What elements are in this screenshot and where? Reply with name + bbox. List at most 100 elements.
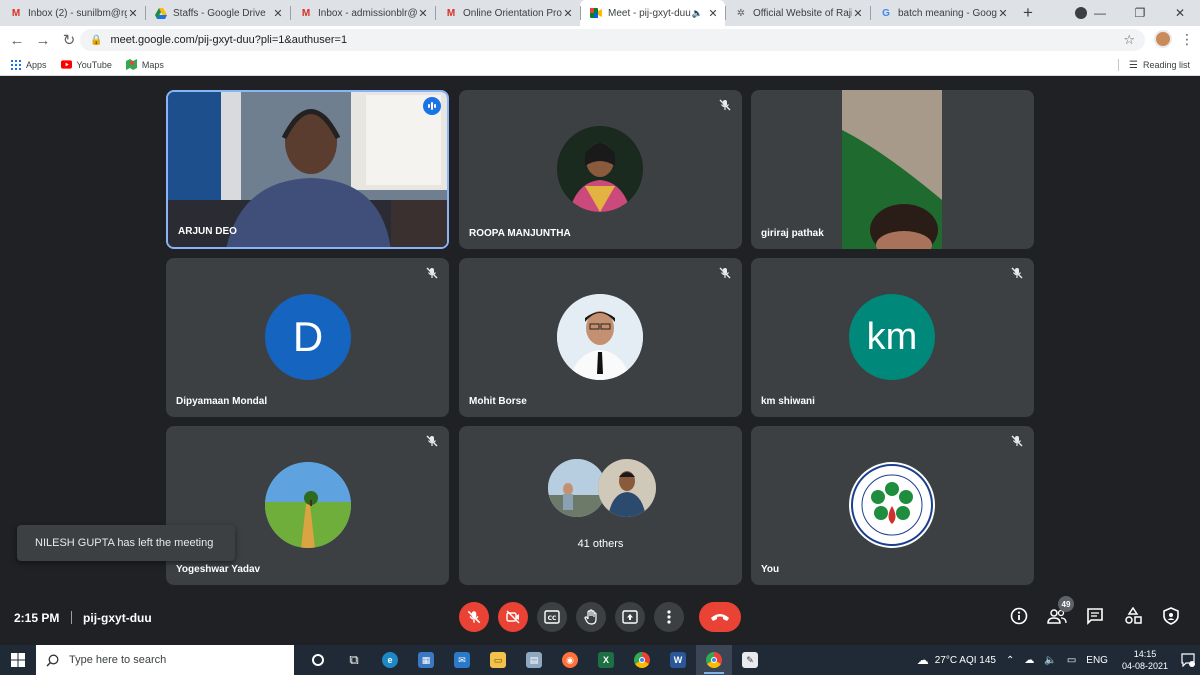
address-bar[interactable]: 🔒 meet.google.com/pij-gxyt-duu?pli=1&aut… (80, 29, 1145, 51)
taskbar-store[interactable]: ▦ (408, 645, 444, 675)
back-icon[interactable]: ← (4, 32, 30, 49)
participant-video (842, 90, 942, 249)
browser-tab[interactable]: Staffs - Google Drive ✕ (145, 0, 290, 26)
taskbar-chrome-profile[interactable] (696, 645, 732, 675)
bookmark-maps[interactable]: Maps (125, 59, 164, 70)
tab-title: Online Orientation Prog (463, 7, 562, 19)
participant-tile[interactable]: 41 others (459, 426, 742, 585)
svg-text:CC: CC (548, 615, 557, 622)
captions-button[interactable]: CC (537, 602, 567, 632)
speaking-indicator-icon (423, 97, 441, 115)
more-vert-icon[interactable]: ⋮ (1180, 31, 1194, 48)
leave-call-button[interactable] (699, 602, 741, 632)
meeting-details-button[interactable] (1008, 605, 1030, 627)
website-icon: ✲ (736, 7, 746, 19)
participant-tile[interactable]: ARJUN DEO (166, 90, 449, 249)
network-app-icon: ▤ (526, 652, 542, 668)
present-now-button[interactable] (615, 602, 645, 632)
input-language[interactable]: ENG (1086, 655, 1108, 666)
institute-logo (849, 462, 935, 548)
participant-tile[interactable]: Mohit Borse (459, 258, 742, 417)
taskbar-search[interactable]: Type here to search (36, 645, 294, 675)
bookmark-star-icon[interactable]: ☆ (1123, 32, 1135, 48)
reading-list-button[interactable]: ☰ Reading list (1118, 59, 1190, 71)
forward-icon[interactable]: → (30, 32, 56, 49)
host-controls-button[interactable] (1160, 605, 1182, 627)
activities-button[interactable] (1122, 605, 1144, 627)
chat-icon (1087, 608, 1103, 625)
taskbar-mail[interactable]: ✉ (444, 645, 480, 675)
new-tab-button[interactable]: + (1015, 0, 1041, 26)
browser-tab[interactable]: G batch meaning - Googl ✕ (870, 0, 1015, 26)
browser-tab[interactable]: ✲ Official Website of Raji ✕ (725, 0, 870, 26)
taskbar-clock[interactable]: 14:15 04-08-2021 (1122, 648, 1168, 672)
task-view-button[interactable]: ⧉ (336, 645, 372, 675)
google-meet-icon (590, 7, 602, 19)
meet-stage: ARJUN DEO ROOPA MANJUNTHA giriraj pathak… (0, 77, 1200, 643)
participant-name: Yogeshwar Yadav (176, 564, 261, 575)
taskbar-network-app[interactable]: ▤ (516, 645, 552, 675)
close-icon[interactable]: ✕ (852, 7, 864, 20)
minimize-icon[interactable]: — (1080, 6, 1120, 20)
raise-hand-button[interactable] (576, 602, 606, 632)
show-everyone-button[interactable]: 49 (1046, 596, 1074, 627)
taskbar-file-explorer[interactable]: ▭ (480, 645, 516, 675)
camera-toggle-button[interactable] (498, 602, 528, 632)
close-icon[interactable]: ✕ (707, 7, 719, 20)
mic-off-icon (719, 99, 731, 111)
participant-tile[interactable]: D Dipyamaan Mondal (166, 258, 449, 417)
close-icon[interactable]: ✕ (417, 7, 429, 20)
browser-tab[interactable]: M Inbox - admissionblr@ ✕ (290, 0, 435, 26)
onedrive-icon[interactable]: ☁ (1024, 655, 1034, 666)
taskbar-word[interactable]: W (660, 645, 696, 675)
notification-center-button[interactable] (1176, 653, 1200, 667)
mic-toggle-button[interactable] (459, 602, 489, 632)
close-window-icon[interactable]: ✕ (1160, 6, 1200, 20)
start-button[interactable] (0, 645, 36, 675)
reading-list-icon: ☰ (1129, 59, 1138, 71)
taskbar-edge[interactable]: e (372, 645, 408, 675)
close-icon[interactable]: ✕ (127, 7, 139, 20)
restore-icon[interactable]: ❐ (1120, 6, 1160, 20)
taskbar-paint[interactable]: ✎ (732, 645, 768, 675)
close-icon[interactable]: ✕ (997, 7, 1009, 20)
participant-tile[interactable]: giriraj pathak (751, 90, 1034, 249)
participant-count-badge: 49 (1058, 596, 1074, 612)
lock-icon[interactable]: 🔒 (90, 35, 102, 46)
system-tray: ☁ 27°C AQI 145 ⌃ ☁ 🔈 ▭ ENG 14:15 04-08-2… (917, 645, 1200, 675)
weather-text[interactable]: 27°C AQI 145 (935, 655, 996, 666)
windows-logo-icon (11, 653, 25, 667)
close-icon[interactable]: ✕ (562, 7, 574, 20)
participant-tile[interactable]: ROOPA MANJUNTHA (459, 90, 742, 249)
tab-title: batch meaning - Googl (898, 7, 997, 19)
profile-avatar[interactable] (1154, 30, 1172, 48)
volume-icon[interactable]: 🔈 (1044, 655, 1056, 666)
taskbar-excel[interactable]: X (588, 645, 624, 675)
chat-button[interactable] (1084, 605, 1106, 627)
participant-avatar: km (849, 294, 935, 380)
chevron-up-icon[interactable]: ⌃ (1006, 655, 1014, 666)
browser-tab[interactable]: M Inbox (2) - sunilbm@rg ✕ (0, 0, 145, 26)
speaker-icon[interactable]: 🔈 (692, 8, 703, 19)
close-icon[interactable]: ✕ (272, 7, 284, 20)
participant-tile[interactable]: km km shiwani (751, 258, 1034, 417)
weather-icon[interactable]: ☁ (917, 653, 929, 667)
bookmark-youtube[interactable]: YouTube (60, 59, 112, 70)
bookmark-apps[interactable]: Apps (10, 59, 47, 70)
participant-tile[interactable]: Yogeshwar Yadav (166, 426, 449, 585)
chrome-profile-icon (706, 652, 722, 668)
more-options-button[interactable] (654, 602, 684, 632)
browser-tab[interactable]: M Online Orientation Prog ✕ (435, 0, 580, 26)
participant-tile-self[interactable]: You (751, 426, 1034, 585)
participant-name: Dipyamaan Mondal (176, 396, 268, 407)
cortana-button[interactable] (300, 645, 336, 675)
taskbar-chrome[interactable] (624, 645, 660, 675)
google-drive-icon (155, 7, 167, 19)
browser-tab-active[interactable]: Meet - pij-gxyt-duu 🔈 ✕ (580, 0, 725, 26)
closed-caption-icon: CC (544, 610, 560, 624)
reload-icon[interactable]: ↻ (56, 31, 82, 49)
avatar-initial: D (292, 313, 324, 360)
taskbar-firefox[interactable]: ◉ (552, 645, 588, 675)
network-icon[interactable]: ▭ (1067, 655, 1076, 666)
maps-icon (125, 59, 137, 70)
